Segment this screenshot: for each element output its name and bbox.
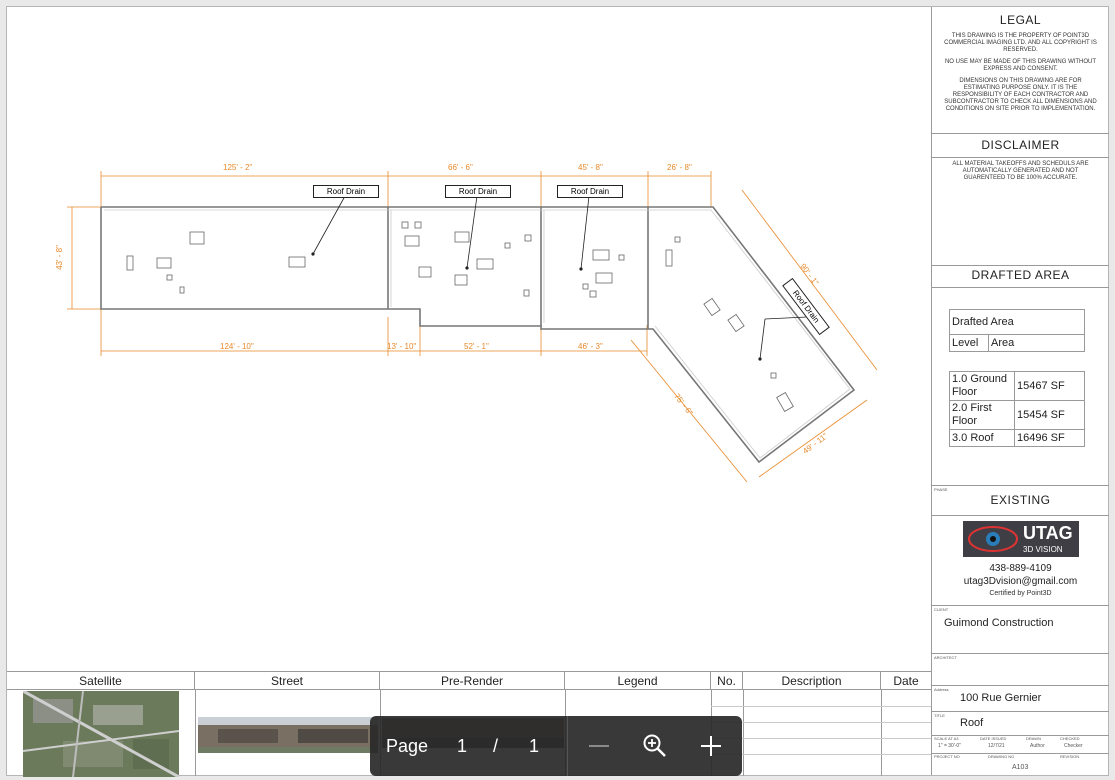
drawing-value: A103 — [1012, 764, 1029, 771]
page-total: 1 — [529, 736, 540, 756]
dim-label: 66' - 6" — [448, 163, 473, 172]
client-label: CLIENT — [934, 607, 949, 612]
magnifier-plus-icon — [643, 734, 666, 757]
col-area: Area — [988, 334, 1085, 352]
roof-drain-tag: Roof Drain — [313, 185, 379, 198]
address-section: Address 100 Rue Gernier — [932, 685, 1109, 712]
drafted-area-section: Drafted Area Level Area 1.0 Ground Floor 1… — [932, 287, 1109, 486]
dim-label: 124' - 10" — [220, 342, 254, 351]
client-section: CLIENT Guimond Construction — [932, 605, 1109, 654]
roof-drain-tag: Roof Drain — [557, 185, 623, 198]
row-level: 3.0 Roof — [949, 429, 1015, 447]
checked-label: CHECKED — [1060, 736, 1080, 741]
dim-label: 43' - 8" — [54, 245, 64, 270]
drafted-area-heading: DRAFTED AREA — [971, 268, 1070, 282]
address-value: 100 Rue Gernier — [960, 692, 1042, 704]
satellite-image — [23, 691, 179, 777]
row-area: 15467 SF — [1014, 371, 1085, 401]
row-area: 16496 SF — [1014, 429, 1085, 447]
legal-text: THIS DRAWING IS THE PROPERTY OF POINT3D … — [944, 33, 1097, 53]
description-header: Description — [743, 672, 881, 690]
disclaimer-heading-box: DISCLAIMER — [932, 133, 1109, 158]
logo-subtext: 3D VISION — [1023, 545, 1063, 554]
scale-label: SCALE AT A3 — [934, 736, 959, 741]
phase-section: PHASE EXISTING — [932, 485, 1109, 516]
company-email: utag3Dvision@gmail.com — [963, 576, 1078, 587]
no-header: No. — [711, 672, 743, 690]
disclaimer-text: ALL MATERIAL TAKEOFFS AND SCHEDULS ARE A… — [952, 161, 1089, 181]
minus-icon — [589, 745, 609, 747]
roof-plan — [67, 171, 878, 483]
satellite-header: Satellite — [7, 672, 195, 690]
phase-value: EXISTING — [990, 493, 1051, 507]
col-level: Level — [949, 334, 989, 352]
project-label: PROJECT NO — [934, 754, 960, 759]
legend-header: Legend — [565, 672, 711, 690]
dim-label: 125' - 2" — [223, 163, 253, 172]
dim-label: 13' - 10" — [387, 342, 417, 351]
zoom-in-button[interactable] — [699, 734, 723, 758]
company-logo: UTAG 3D VISION — [963, 521, 1079, 557]
table-row: 3.0 Roof 16496 SF — [949, 429, 1085, 447]
title-label: TITLE — [934, 713, 945, 718]
page-toolbar: Page 1 / 1 — [370, 716, 742, 776]
legal-text: NO USE MAY BE MADE OF THIS DRAWING WITHO… — [944, 59, 1097, 72]
architect-label: ARCHITECT — [934, 655, 957, 660]
drawing-label: DRAWING NO — [988, 754, 1015, 759]
phase-label: PHASE — [934, 487, 948, 492]
zoom-fit-button[interactable] — [642, 733, 668, 759]
street-header: Street — [195, 672, 380, 690]
zoom-out-button[interactable] — [587, 734, 611, 758]
row-level: 2.0 First Floor — [949, 400, 1015, 430]
date-label: DATE ISSUED — [980, 736, 1007, 741]
table-row: 2.0 First Floor 15454 SF — [949, 400, 1085, 430]
address-label: Address — [934, 687, 949, 692]
title-block: LEGAL THIS DRAWING IS THE PROPERTY OF PO… — [931, 7, 1109, 775]
row-area: 15454 SF — [1014, 400, 1085, 430]
scale-value: 1" = 30'-0" — [938, 743, 961, 749]
drafted-area-rows: 1.0 Ground Floor 15467 SF 2.0 First Floor… — [949, 371, 1085, 447]
client-value: Guimond Construction — [944, 617, 1054, 629]
revision-label: REVISION — [1060, 754, 1080, 759]
title-value: Roof — [960, 717, 984, 729]
drawn-value: Author — [1030, 743, 1045, 749]
page-label: Page — [386, 736, 429, 756]
date-value: 12/7/21 — [988, 743, 1005, 749]
dim-label: 26' - 8" — [667, 163, 692, 172]
street-image — [198, 717, 378, 753]
title-section: TITLE Roof — [932, 711, 1109, 736]
drafted-area-title-table: Drafted Area Level Area — [949, 309, 1085, 352]
prerender-header: Pre-Render — [380, 672, 565, 690]
row-level: 1.0 Ground Floor — [949, 371, 1015, 401]
eye-icon — [968, 526, 1018, 552]
architect-section: ARCHITECT — [932, 653, 1109, 686]
dim-label: 46' - 3" — [578, 342, 603, 351]
dim-label: 45' - 8" — [578, 163, 603, 172]
meta-row-2: PROJECT NO DRAWING NO A103 REVISION — [932, 753, 1109, 775]
page-slash: / — [493, 736, 499, 756]
company-section: UTAG 3D VISION 438-889-4109 utag3Dvision… — [932, 515, 1109, 606]
drawing-sheet: 125' - 2" 66' - 6" 45' - 8" 26' - 8" 43'… — [6, 6, 1109, 777]
legal-text: DIMENSIONS ON THIS DRAWING ARE FOR ESTIM… — [944, 78, 1097, 112]
logo-text: UTAG — [1023, 523, 1073, 543]
table-row: 1.0 Ground Floor 15467 SF — [949, 371, 1085, 401]
drawn-label: DRAWN — [1026, 736, 1041, 741]
company-phone: 438-889-4109 — [989, 563, 1052, 574]
dim-label: 52' - 1" — [464, 342, 489, 351]
certified-by: Certified by Point3D — [989, 590, 1052, 597]
date-header: Date — [881, 672, 931, 690]
drafted-area-heading-box: DRAFTED AREA — [932, 265, 1109, 288]
legal-section: LEGAL THIS DRAWING IS THE PROPERTY OF PO… — [932, 7, 1109, 134]
meta-row-1: SCALE AT A3 1" = 30'-0" DATE ISSUED 12/7… — [932, 735, 1109, 754]
legal-heading: LEGAL — [999, 13, 1042, 27]
disclaimer-heading: DISCLAIMER — [981, 138, 1060, 152]
roof-drain-tag: Roof Drain — [445, 185, 511, 198]
drafted-area-title: Drafted Area — [949, 309, 1085, 335]
disclaimer-section: ALL MATERIAL TAKEOFFS AND SCHEDULS ARE A… — [932, 157, 1109, 266]
checked-value: Checker — [1064, 743, 1083, 749]
page-current[interactable]: 1 — [457, 736, 467, 757]
